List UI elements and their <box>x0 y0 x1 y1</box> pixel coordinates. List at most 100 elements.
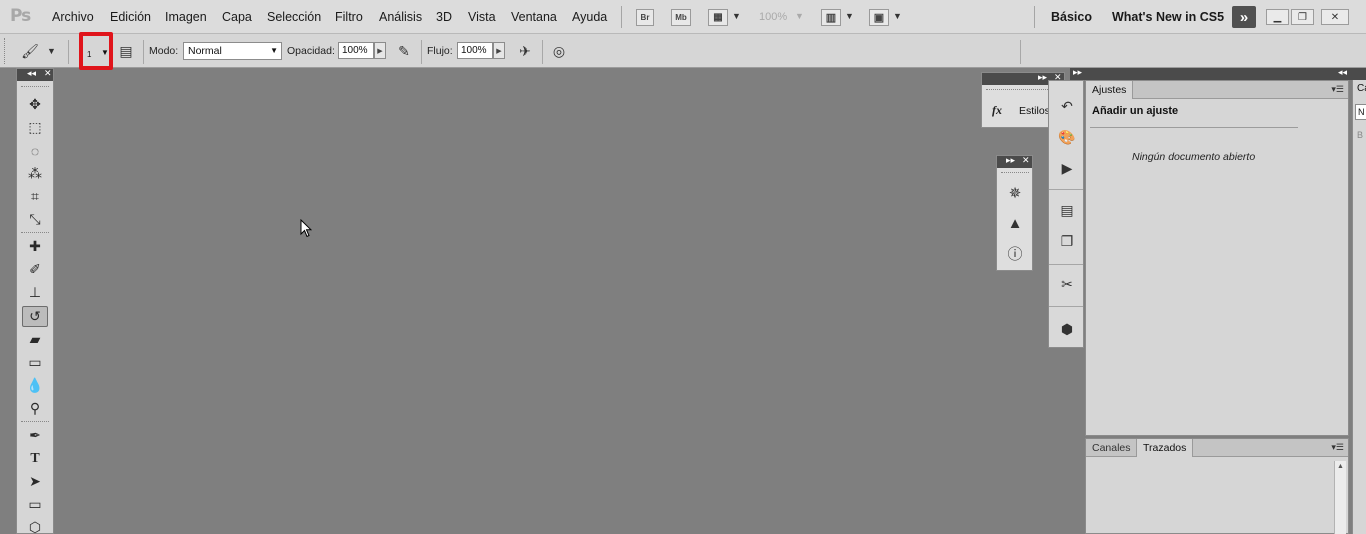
tool-separator <box>21 421 49 422</box>
dodge-tool-icon[interactable]: ⚲ <box>22 398 48 419</box>
move-tool-icon[interactable]: ✥ <box>22 94 48 115</box>
expand-icon[interactable]: ▸▸ <box>1006 155 1015 166</box>
collapse-icon[interactable]: ◂◂ <box>1338 67 1347 78</box>
expand-icon[interactable]: ▸▸ <box>1038 72 1047 83</box>
notes-icon[interactable]: ▤ <box>1055 199 1079 221</box>
history-brush-tool-icon[interactable]: ↺ <box>22 306 48 327</box>
opacity-slider-arrow[interactable]: ▶ <box>374 42 386 59</box>
clipped-panel-tab[interactable]: Ca <box>1357 83 1366 94</box>
brush-presets-icon[interactable]: 🎨 <box>1055 126 1079 148</box>
arrange-documents-icon[interactable]: ▥ <box>821 9 841 26</box>
chevron-down-icon[interactable]: ▼ <box>47 46 56 56</box>
histogram-icon[interactable]: ▲ <box>1004 212 1026 234</box>
menu-analisis[interactable]: Análisis <box>379 10 422 24</box>
expand-icon[interactable]: ▸▸ <box>1073 67 1082 78</box>
mode-value: Normal <box>188 45 222 57</box>
restore-icon[interactable]: ❐ <box>1291 9 1314 25</box>
chevron-down-icon[interactable]: ▼ <box>795 11 804 21</box>
info-icon[interactable]: ⓘ <box>1004 242 1026 264</box>
brush-size-picker[interactable]: 1 ▼ <box>79 32 113 70</box>
minimize-icon[interactable]: ▁ <box>1266 9 1289 25</box>
paths-tabrow: Canales Trazados ▾☰ <box>1086 439 1348 457</box>
dock-header[interactable]: ▸▸ ◂◂ <box>1070 67 1366 80</box>
quick-selection-tool-icon[interactable]: ⁂ <box>22 163 48 184</box>
flow-slider-arrow[interactable]: ▶ <box>493 42 505 59</box>
chevron-down-icon[interactable]: ▼ <box>845 11 854 21</box>
paths-scrollbar[interactable]: ▲ <box>1334 461 1346 534</box>
pen-tool-icon[interactable]: ✒ <box>22 425 48 446</box>
menu-imagen[interactable]: Imagen <box>165 10 207 24</box>
tab-canales[interactable]: Canales <box>1086 439 1137 457</box>
workspace-basico[interactable]: Básico <box>1051 10 1092 24</box>
close-icon[interactable]: ✕ <box>44 68 52 79</box>
film-strip-icon[interactable]: ▦ <box>708 9 728 26</box>
menu-ventana[interactable]: Ventana <box>511 10 557 24</box>
bridge-button[interactable]: Br <box>636 9 654 26</box>
tool-preset-icon[interactable]: 🖌 <box>20 42 40 61</box>
lasso-tool-icon[interactable]: ◌ <box>22 140 48 161</box>
clone-source-icon[interactable]: ❐ <box>1055 230 1079 252</box>
3d-icon[interactable]: ⬢ <box>1055 318 1079 340</box>
collapse-icon[interactable]: ◂◂ <box>27 68 36 79</box>
brush-panel-icon[interactable]: ▤ <box>116 42 136 61</box>
screen-mode-icon[interactable]: ▣ <box>869 9 889 26</box>
tool-presets-icon[interactable]: ✂ <box>1055 273 1079 295</box>
tab-ajustes[interactable]: Ajustes <box>1086 81 1134 99</box>
tab-trazados[interactable]: Trazados <box>1136 439 1194 457</box>
menu-edicion[interactable]: Edición <box>110 10 151 24</box>
crop-tool-icon[interactable]: ⌗ <box>22 186 48 207</box>
toolbox-header[interactable]: ◂◂ ✕ <box>17 68 53 81</box>
path-selection-tool-icon[interactable]: ➤ <box>22 471 48 492</box>
chevron-down-icon[interactable]: ▼ <box>893 11 902 21</box>
dock-separator <box>1049 264 1083 265</box>
tablet-pressure-opacity-icon[interactable]: ✎ <box>394 42 414 61</box>
clipped-panel-label: B <box>1357 130 1364 140</box>
styles-fx-icon[interactable]: fx <box>992 103 1002 118</box>
mode-select[interactable]: Normal ▼ <box>183 42 282 60</box>
rectangle-tool-icon[interactable]: ▭ <box>22 494 48 515</box>
brush-tool-icon[interactable]: ✐ <box>22 259 48 280</box>
history-icon[interactable]: ↶ <box>1055 95 1079 117</box>
clone-stamp-tool-icon[interactable]: ⊥ <box>22 282 48 303</box>
menu-3d[interactable]: 3D <box>436 10 452 24</box>
menu-seleccion[interactable]: Selección <box>267 10 321 24</box>
chevron-down-icon: ▼ <box>101 48 109 57</box>
menu-filtro[interactable]: Filtro <box>335 10 363 24</box>
scroll-up-icon[interactable]: ▲ <box>1337 463 1344 470</box>
marquee-tool-icon[interactable]: ⬚ <box>22 117 48 138</box>
chevron-down-icon[interactable]: ▼ <box>732 11 741 21</box>
flow-input[interactable]: 100% <box>457 42 493 59</box>
airbrush-icon[interactable]: ✈ <box>515 42 535 61</box>
menu-archivo[interactable]: Archivo <box>52 10 94 24</box>
eyedropper-tool-icon[interactable]: ⤡ <box>22 209 48 230</box>
close-icon[interactable]: ✕ <box>1321 9 1349 25</box>
workspace-separator <box>1034 6 1035 28</box>
more-workspaces-icon[interactable]: » <box>1232 6 1256 28</box>
healing-brush-tool-icon[interactable]: ✚ <box>22 236 48 257</box>
close-icon[interactable]: ✕ <box>1022 155 1030 166</box>
mini-bridge-button[interactable]: Mb <box>671 9 691 26</box>
gradient-tool-icon[interactable]: ▭ <box>22 352 48 373</box>
zoom-level[interactable]: 100% <box>759 11 787 23</box>
opacity-input[interactable]: 100% <box>338 42 374 59</box>
styles-label[interactable]: Estilos <box>1019 105 1050 117</box>
clipped-panel-field[interactable]: N <box>1355 104 1366 120</box>
3d-rotate-tool-icon[interactable]: ⬡ <box>22 517 48 534</box>
panel-menu-icon[interactable]: ▾☰ <box>1331 442 1344 453</box>
toolbox-grip <box>21 86 49 87</box>
menu-capa[interactable]: Capa <box>222 10 252 24</box>
navigator-icon[interactable]: ✵ <box>1004 182 1026 204</box>
tablet-pressure-size-icon[interactable]: ◎ <box>549 42 569 61</box>
actions-icon[interactable]: ▶ <box>1055 157 1079 179</box>
dock-separator <box>1049 306 1083 307</box>
menu-vista[interactable]: Vista <box>468 10 496 24</box>
workspace-whats-new[interactable]: What's New in CS5 <box>1112 10 1224 24</box>
eraser-tool-icon[interactable]: ▰ <box>22 329 48 350</box>
menu-ayuda[interactable]: Ayuda <box>572 10 607 24</box>
mini-panel-header[interactable]: ▸▸ ✕ <box>997 155 1032 168</box>
blur-tool-icon[interactable]: 💧 <box>22 375 48 396</box>
panel-menu-icon[interactable]: ▾☰ <box>1331 84 1344 95</box>
options-grip[interactable] <box>4 38 7 64</box>
opacity-label: Opacidad: <box>287 45 335 57</box>
type-tool-icon[interactable]: T <box>22 448 48 469</box>
